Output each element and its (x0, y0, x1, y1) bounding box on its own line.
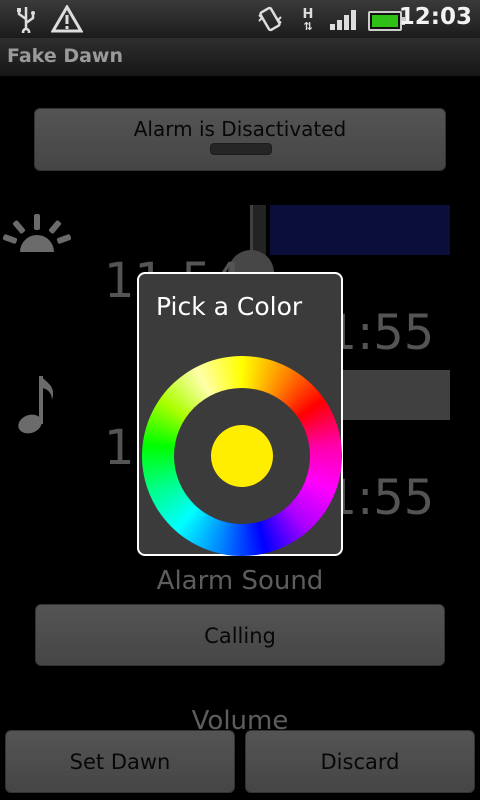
clock: 12:03 (398, 4, 472, 30)
toggle-indicator (210, 143, 272, 155)
color-picker-dialog: Pick a Color (137, 272, 343, 556)
alarm-sound-button[interactable]: Calling (35, 604, 445, 666)
color-wheel[interactable] (142, 356, 342, 556)
title-bar: Fake Dawn (0, 38, 480, 76)
app-title: Fake Dawn (7, 45, 123, 67)
signal-icon (330, 10, 360, 30)
alarm-sound-label: Alarm Sound (156, 566, 324, 596)
sunrise-icon (2, 212, 72, 254)
selected-color-swatch[interactable] (211, 425, 273, 487)
light-color-bar[interactable] (270, 205, 450, 255)
set-dawn-button[interactable]: Set Dawn (5, 730, 235, 793)
warning-icon (50, 4, 84, 34)
vibrate-icon (256, 4, 284, 34)
status-bar: H ⇅ 12:03 (0, 0, 480, 38)
color-wheel-center (174, 388, 310, 524)
music-note-icon (14, 372, 58, 436)
battery-icon (368, 11, 405, 31)
alarm-toggle-button[interactable]: Alarm is Disactivated (34, 108, 446, 171)
usb-icon (12, 4, 40, 34)
discard-button[interactable]: Discard (245, 730, 475, 793)
dialog-title: Pick a Color (156, 292, 303, 321)
network-type-icon: H ⇅ (302, 6, 314, 33)
alarm-toggle-label: Alarm is Disactivated (133, 117, 347, 141)
